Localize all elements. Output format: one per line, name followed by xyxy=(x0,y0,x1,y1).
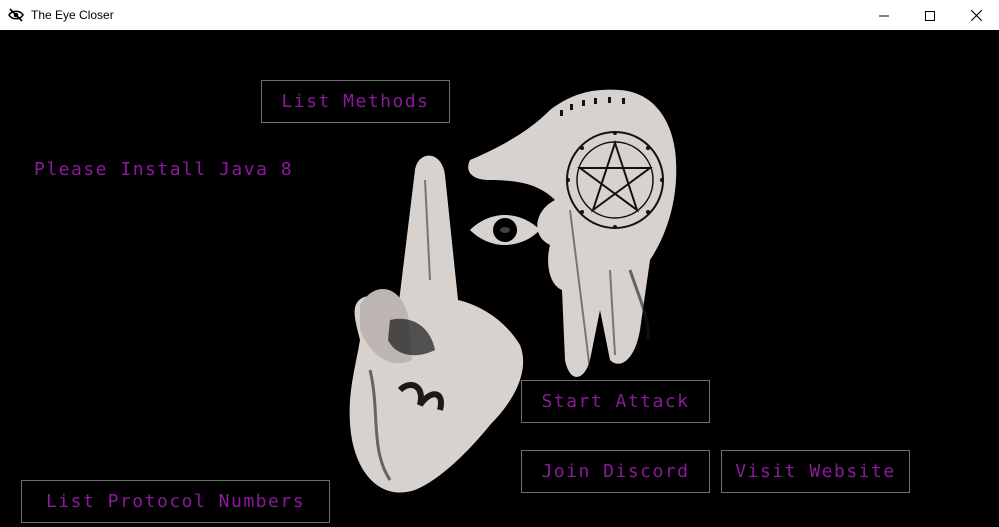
list-protocol-numbers-button[interactable]: List Protocol Numbers xyxy=(21,480,330,523)
window-title: The Eye Closer xyxy=(31,8,114,22)
main-panel: List Methods Please Install Java 8 Start… xyxy=(0,30,999,527)
window-controls xyxy=(861,0,999,30)
join-discord-button[interactable]: Join Discord xyxy=(521,450,710,493)
start-attack-button[interactable]: Start Attack xyxy=(521,380,710,423)
minimize-button[interactable] xyxy=(861,0,907,30)
maximize-button[interactable] xyxy=(907,0,953,30)
minimize-icon xyxy=(879,6,889,25)
close-icon xyxy=(970,6,982,25)
list-methods-button[interactable]: List Methods xyxy=(261,80,450,123)
maximize-icon xyxy=(925,6,935,25)
app-window: The Eye Closer List Methods Please Insta… xyxy=(0,0,999,527)
eye-slash-icon xyxy=(8,7,24,23)
java-install-message: Please Install Java 8 xyxy=(34,159,294,180)
hands-eye-pentagram-artwork xyxy=(349,89,677,493)
visit-website-button[interactable]: Visit Website xyxy=(721,450,910,493)
close-button[interactable] xyxy=(953,0,999,30)
title-bar[interactable]: The Eye Closer xyxy=(0,0,999,31)
